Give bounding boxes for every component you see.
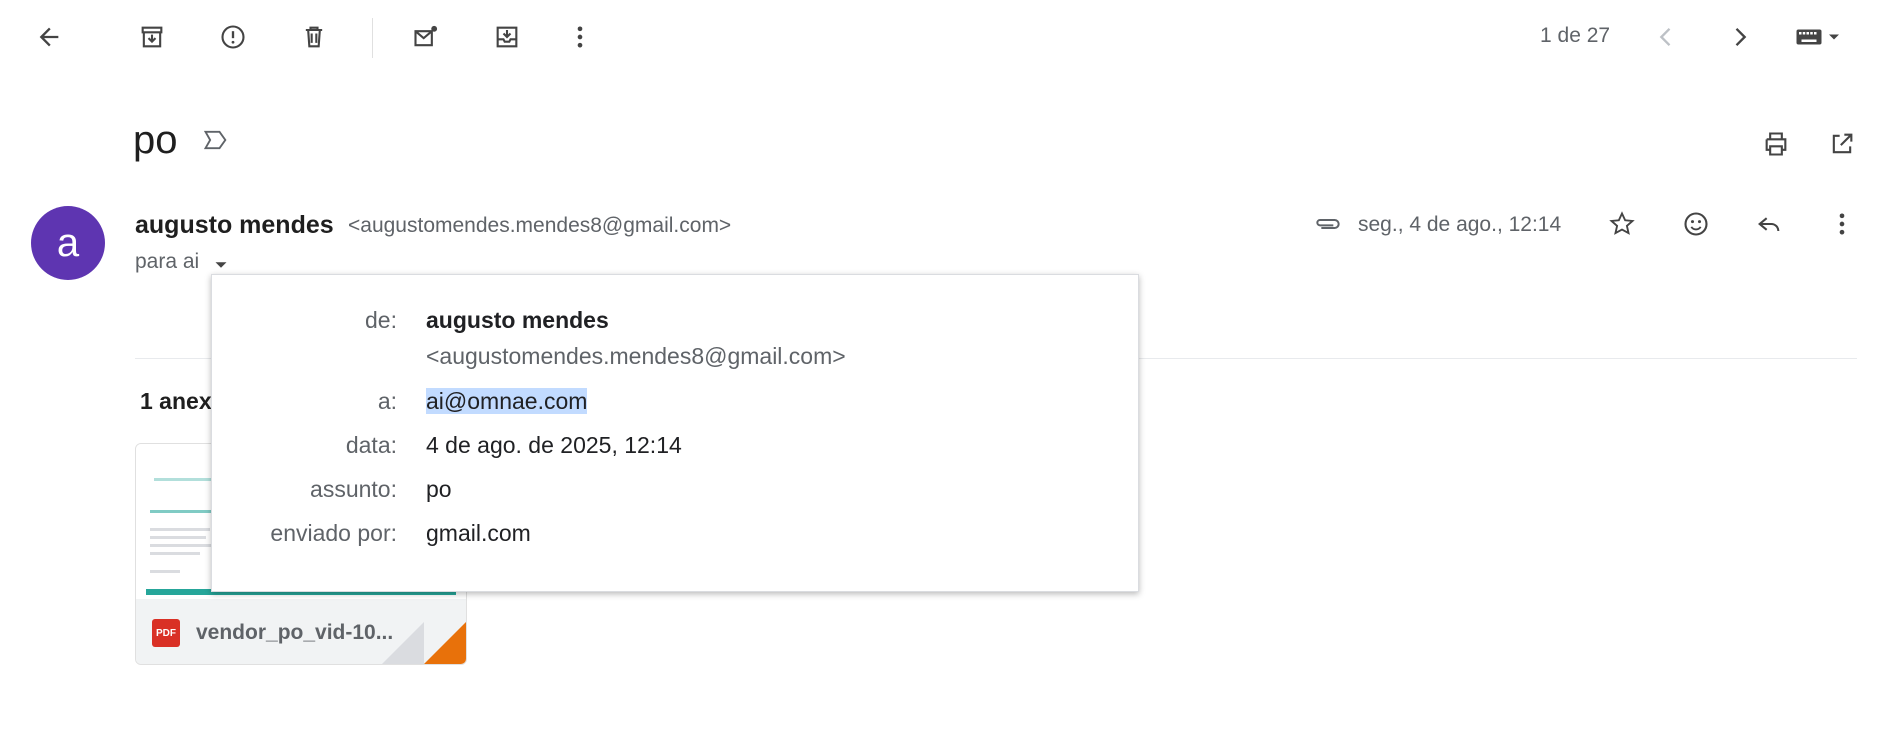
date-label: data:: [345, 432, 397, 458]
reply-button[interactable]: [1747, 202, 1791, 246]
more-vert-icon: [577, 26, 583, 48]
page-fold-shadow: [382, 622, 424, 664]
from-email: <augustomendes.mendes8@gmail.com>: [426, 343, 846, 369]
email-date: seg., 4 de ago., 12:14: [1358, 213, 1562, 236]
open-new-window-button[interactable]: [1820, 122, 1864, 166]
pdf-icon: PDF: [152, 619, 180, 647]
attachment-footer: PDF vendor_po_vid-10...: [136, 599, 466, 664]
chevron-down-icon: [215, 262, 227, 268]
star-button[interactable]: [1600, 202, 1644, 246]
date-value: 4 de ago. de 2025, 12:14: [426, 432, 682, 458]
print-button[interactable]: [1754, 122, 1798, 166]
keyboard-icon: [1796, 29, 1822, 45]
move-to-icon: [496, 26, 518, 48]
email-subject: po: [133, 118, 178, 162]
subject-value: po: [426, 476, 452, 502]
print-icon: [1765, 132, 1787, 156]
sent-by-value: gmail.com: [426, 520, 531, 546]
page-fold-corner: [424, 622, 466, 664]
back-arrow-icon: [39, 27, 59, 47]
pagination-count: 1 de 27: [1540, 24, 1611, 47]
emoji-icon: [1684, 212, 1708, 236]
newer-button[interactable]: [1644, 15, 1688, 59]
add-reaction-button[interactable]: [1674, 202, 1718, 246]
paperclip-icon: [1316, 219, 1340, 229]
older-button[interactable]: [1718, 15, 1762, 59]
reply-icon: [1758, 217, 1780, 232]
open-in-new-icon: [1832, 133, 1853, 154]
subject-label: assunto:: [310, 476, 397, 502]
sender-name[interactable]: augusto mendes: [135, 211, 334, 240]
delete-icon: [305, 26, 323, 48]
recipient-line: para ai: [135, 250, 199, 274]
chevron-left-icon: [1659, 28, 1671, 46]
sender-email: <augustomendes.mendes8@gmail.com>: [348, 214, 732, 237]
more-vert-icon: [1839, 213, 1845, 235]
chevron-right-icon: [1735, 28, 1747, 46]
from-name: augusto mendes: [426, 307, 609, 333]
report-spam-icon: [221, 25, 245, 49]
sent-by-label: enviado por:: [270, 520, 397, 546]
to-label: a:: [377, 388, 397, 414]
attachment-indicator: [1308, 204, 1348, 244]
sender-details-popup: de: augusto mendes <augustomendes.mendes…: [211, 274, 1139, 592]
mark-unread-button[interactable]: [404, 15, 448, 59]
input-tools-button[interactable]: [1784, 15, 1854, 59]
avatar[interactable]: a: [31, 206, 105, 280]
archive-icon: [141, 26, 163, 48]
move-to-button[interactable]: [485, 15, 529, 59]
report-spam-button[interactable]: [211, 15, 255, 59]
importance-marker[interactable]: [198, 122, 234, 158]
message-more-button[interactable]: [1820, 202, 1864, 246]
more-button[interactable]: [558, 15, 602, 59]
from-label: de:: [365, 307, 397, 333]
toolbar-divider: [372, 18, 373, 58]
delete-button[interactable]: [292, 15, 336, 59]
label-important-icon: [203, 130, 227, 150]
mark-unread-icon: [414, 25, 438, 47]
to-value: ai@omnae.com: [426, 388, 588, 415]
back-button[interactable]: [27, 15, 71, 59]
recipient-text: para ai: [135, 250, 200, 273]
archive-button[interactable]: [130, 15, 174, 59]
attachment-name: vendor_po_vid-10...: [196, 621, 394, 644]
dropdown-icon: [1829, 34, 1839, 40]
to-address-selected[interactable]: ai@omnae.com: [426, 388, 588, 414]
star-icon: [1609, 211, 1635, 235]
